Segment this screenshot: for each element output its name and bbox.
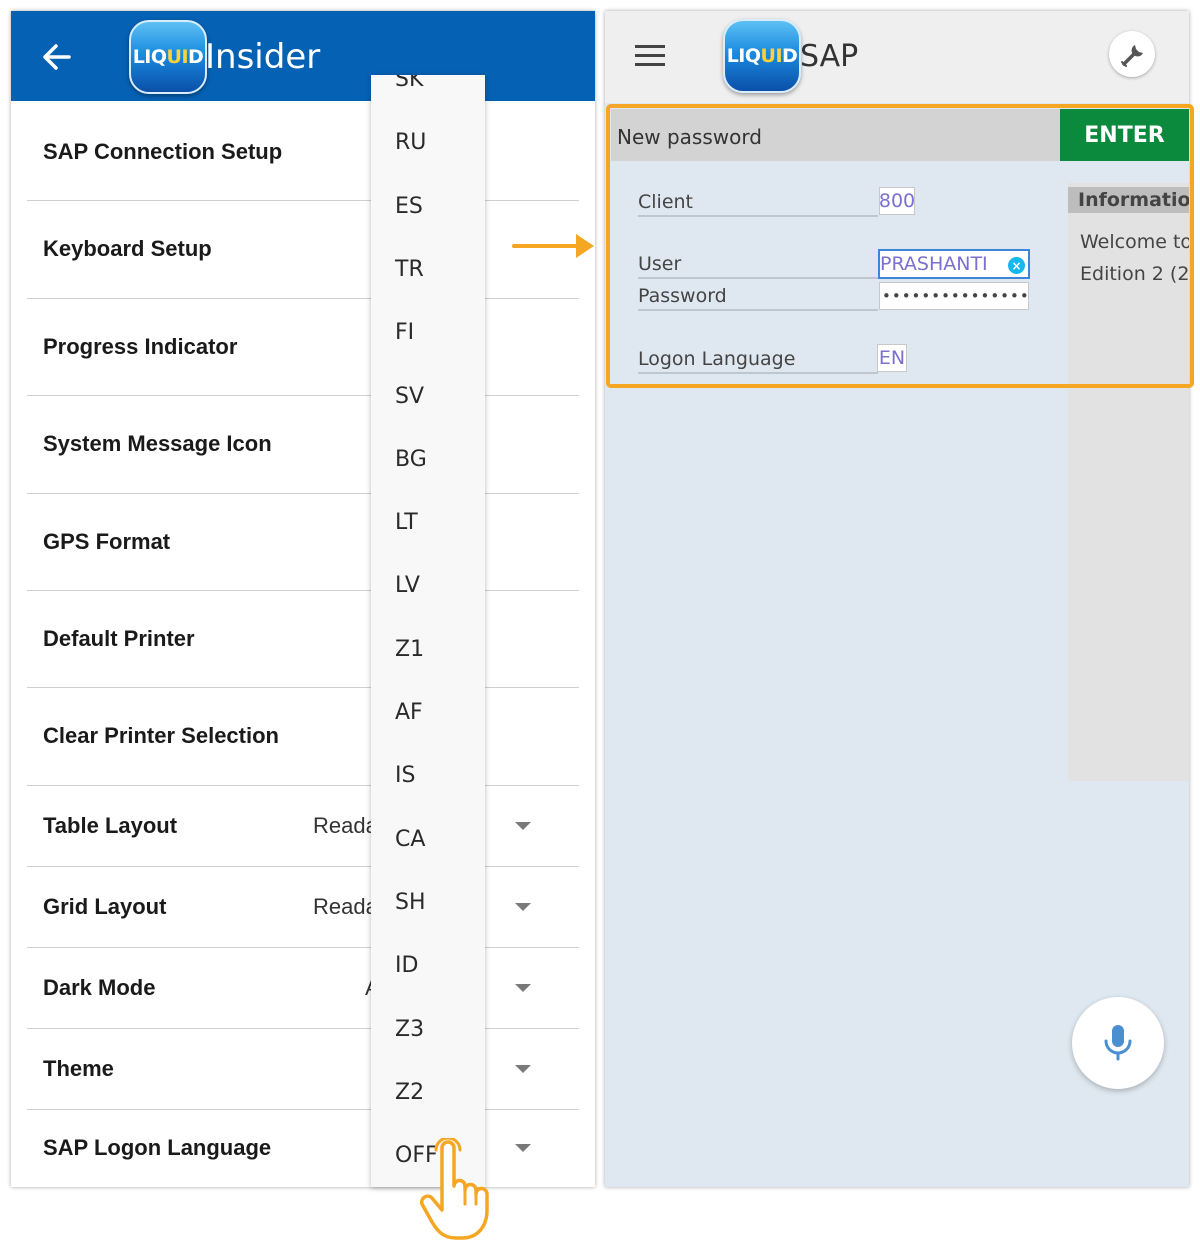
- info-line: Welcome to: [1080, 231, 1189, 253]
- language-option[interactable]: Z1: [395, 637, 424, 662]
- clear-icon[interactable]: ×: [1008, 257, 1025, 274]
- sap-title: SAP: [800, 39, 859, 74]
- setting-label: SAP Connection Setup: [43, 138, 283, 164]
- liquid-logo: LIQUID: [129, 20, 207, 94]
- password-label: Password: [638, 285, 727, 307]
- arrow-right-icon: [512, 234, 594, 258]
- tools-button[interactable]: [1109, 31, 1155, 77]
- language-option[interactable]: SK: [395, 75, 423, 92]
- chevron-down-icon[interactable]: [515, 902, 531, 911]
- setting-label: Dark Mode: [43, 974, 156, 1000]
- chevron-down-icon[interactable]: [515, 1064, 531, 1073]
- wrench-icon: [1121, 45, 1143, 67]
- app-title: Insider: [205, 37, 321, 77]
- client-field[interactable]: 800: [879, 187, 915, 215]
- setting-row[interactable]: Default Printer: [27, 590, 579, 688]
- setting-row[interactable]: Progress Indicator: [27, 298, 579, 396]
- user-field[interactable]: PRASHANTI ×: [878, 249, 1030, 279]
- client-label: Client: [638, 191, 694, 213]
- liquid-logo: LIQUID: [723, 19, 801, 93]
- setting-label: GPS Format: [43, 528, 171, 554]
- setting-label: SAP Logon Language: [43, 1135, 272, 1160]
- language-option[interactable]: IS: [395, 763, 415, 788]
- language-option[interactable]: LT: [395, 510, 418, 535]
- microphone-icon: [1104, 1025, 1132, 1061]
- language-option[interactable]: Z3: [395, 1017, 424, 1042]
- setting-value: Reada: [313, 812, 378, 838]
- user-value: PRASHANTI: [880, 253, 988, 275]
- password-field[interactable]: •••••••••••••••: [879, 282, 1029, 310]
- enter-button[interactable]: ENTER: [1060, 109, 1189, 161]
- setting-label: Keyboard Setup: [43, 236, 212, 261]
- tap-hand-icon: [420, 1138, 489, 1240]
- setting-label: Table Layout: [43, 812, 178, 838]
- logon-language-label: Logon Language: [638, 348, 796, 370]
- setting-row[interactable]: Clear Printer Selection: [27, 687, 579, 786]
- new-password-label: New password: [617, 125, 762, 149]
- setting-row[interactable]: SAP Connection Setup: [27, 103, 579, 201]
- setting-label: Default Printer: [43, 625, 195, 651]
- language-option[interactable]: TR: [395, 257, 424, 282]
- setting-row[interactable]: Keyboard Setup: [27, 200, 579, 299]
- language-option[interactable]: BG: [395, 447, 427, 472]
- setting-row[interactable]: Grid Layout Reada: [27, 866, 579, 948]
- setting-row[interactable]: Dark ModeA: [27, 947, 579, 1029]
- setting-label: Grid Layout: [43, 893, 167, 919]
- language-option[interactable]: CA: [395, 827, 425, 852]
- back-arrow-icon[interactable]: [39, 39, 75, 75]
- user-label: User: [638, 253, 682, 275]
- information-title: Information: [1068, 187, 1189, 213]
- chevron-down-icon[interactable]: [515, 821, 531, 830]
- logon-language-field[interactable]: EN: [877, 344, 907, 372]
- language-option[interactable]: ID: [395, 953, 418, 978]
- setting-row[interactable]: System Message Icon: [27, 395, 579, 494]
- setting-row[interactable]: Theme: [27, 1028, 579, 1110]
- setting-row[interactable]: GPS Format: [27, 493, 579, 591]
- language-option[interactable]: Z2: [395, 1080, 424, 1105]
- language-option[interactable]: ES: [395, 194, 423, 219]
- language-option[interactable]: SV: [395, 384, 424, 409]
- setting-label: Theme: [43, 1055, 114, 1081]
- language-option[interactable]: RU: [395, 130, 426, 155]
- setting-row[interactable]: Table Layout Reada: [27, 785, 579, 867]
- chevron-down-icon[interactable]: [515, 983, 531, 992]
- new-password-button[interactable]: New password: [611, 109, 1065, 161]
- language-option[interactable]: LV: [395, 573, 420, 598]
- setting-value: Reada: [313, 893, 378, 919]
- microphone-button[interactable]: [1072, 997, 1164, 1089]
- hamburger-menu-icon[interactable]: [633, 41, 667, 71]
- setting-label: Progress Indicator: [43, 333, 238, 359]
- sap-header: LIQUID SAP: [605, 11, 1189, 103]
- chevron-down-icon[interactable]: [515, 1144, 531, 1152]
- language-dropdown-list[interactable]: SK RU ES TR FI SV BG LT LV Z1 AF IS CA SH ID Z3 Z2 OFF: [371, 75, 485, 1187]
- setting-label: System Message Icon: [43, 431, 272, 456]
- app-header: LIQUID Insider: [11, 11, 595, 101]
- settings-panel: LIQUID Insider SAP Connection Setup Keybo…: [11, 11, 595, 1187]
- language-option[interactable]: FI: [395, 320, 414, 345]
- language-option[interactable]: SH: [395, 890, 426, 915]
- language-option[interactable]: AF: [395, 700, 423, 725]
- setting-label: Clear Printer Selection: [43, 723, 279, 748]
- info-line: Edition 2 (20: [1080, 263, 1189, 285]
- information-panel: Information Welcome to Edition 2 (20: [1068, 183, 1189, 781]
